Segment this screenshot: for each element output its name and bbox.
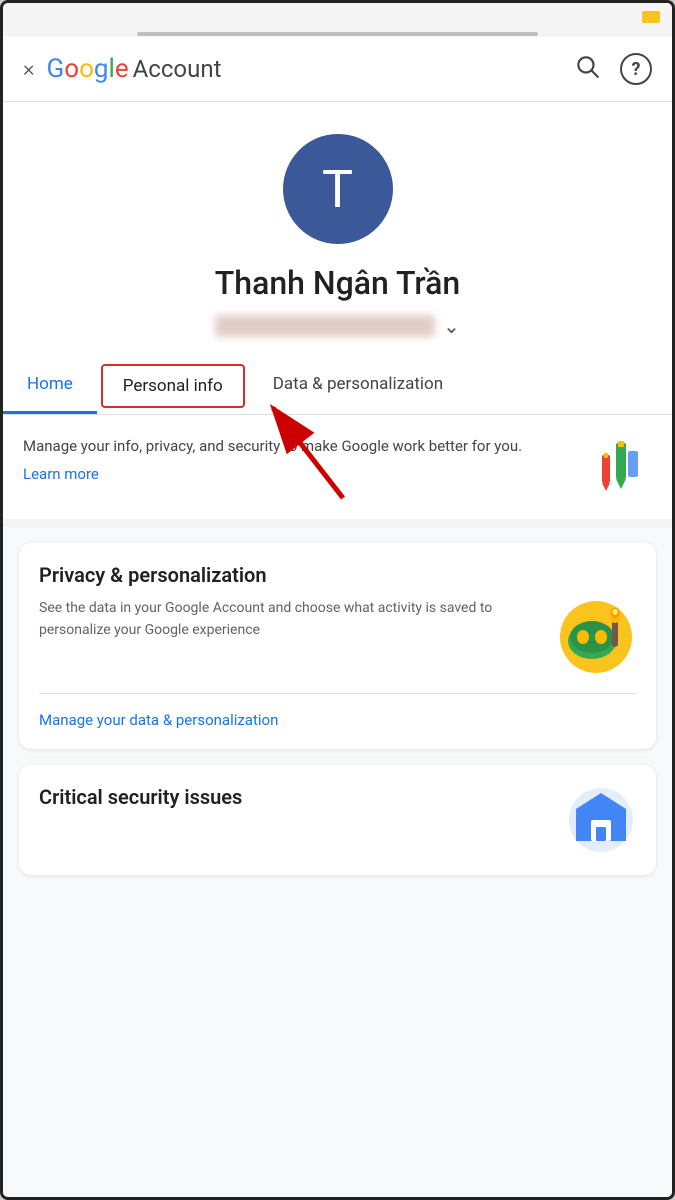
close-icon[interactable]: × [23, 57, 35, 82]
google-letter-g: G [47, 54, 65, 84]
profile-email-row: ⌄ [215, 314, 460, 338]
profile-email-blur [215, 315, 435, 337]
profile-name: Thanh Ngân Trần [215, 264, 460, 302]
privacy-card-icon [556, 597, 636, 677]
main-content: Manage your info, privacy, and security … [3, 415, 672, 1197]
google-letter-o2: o [79, 54, 94, 84]
google-logo: Google Account [47, 54, 222, 84]
account-title: Account [133, 55, 222, 83]
google-letter-e: e [115, 54, 129, 84]
tab-home[interactable]: Home [3, 358, 97, 414]
header: × Google Account ? [3, 37, 672, 102]
chevron-down-icon[interactable]: ⌄ [443, 314, 460, 338]
battery-indicator [642, 11, 660, 23]
privacy-card-link-row: Manage your data & personalization [39, 693, 636, 729]
google-letter-o1: o [64, 54, 79, 84]
header-left: × Google Account [23, 54, 221, 84]
scroll-indicator [3, 31, 672, 37]
help-icon[interactable]: ? [620, 53, 652, 85]
tab-personal-info[interactable]: Personal info [101, 364, 245, 408]
avatar: T [283, 134, 393, 244]
phone-frame: × Google Account ? T Thanh Ngân Trần ⌄ [0, 0, 675, 1200]
security-card-content: Critical security issues [39, 785, 636, 855]
security-card-title: Critical security issues [39, 785, 550, 809]
info-icon [588, 435, 652, 499]
google-letter-g2: g [94, 54, 109, 84]
info-text: Manage your info, privacy, and security … [23, 435, 572, 458]
privacy-card-text: See the data in your Google Account and … [39, 597, 540, 642]
tabs-wrapper: Home Personal info Data & personalizatio… [3, 358, 672, 415]
scroll-thumb [137, 32, 538, 36]
tabs-container: Home Personal info Data & personalizatio… [3, 358, 672, 415]
search-icon[interactable] [574, 53, 600, 85]
header-right: ? [574, 53, 652, 85]
tab-data-personalization[interactable]: Data & personalization [249, 358, 467, 414]
info-banner: Manage your info, privacy, and security … [3, 415, 672, 527]
privacy-card: Privacy & personalization See the data i… [19, 543, 656, 749]
status-bar [3, 3, 672, 31]
manage-data-link[interactable]: Manage your data & personalization [39, 711, 278, 729]
avatar-letter: T [322, 159, 353, 220]
info-text-block: Manage your info, privacy, and security … [23, 435, 572, 483]
security-card: Critical security issues [19, 765, 656, 875]
privacy-card-title: Privacy & personalization [39, 563, 636, 587]
privacy-card-content: See the data in your Google Account and … [39, 597, 636, 677]
profile-section: T Thanh Ngân Trần ⌄ [3, 102, 672, 358]
security-card-icon [566, 785, 636, 855]
learn-more-link[interactable]: Learn more [23, 465, 99, 483]
